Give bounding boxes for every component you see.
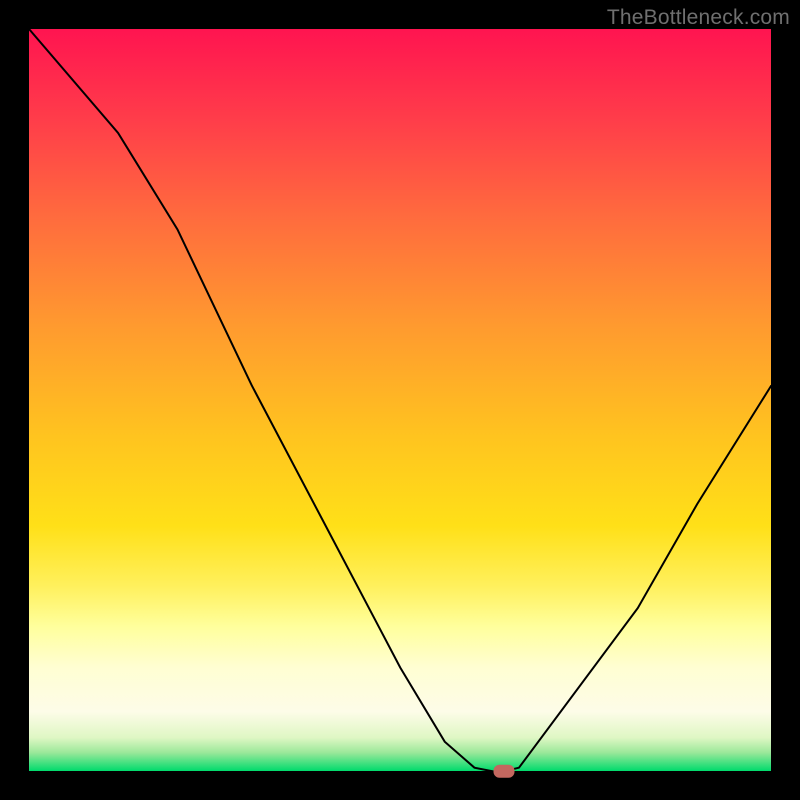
bottleneck-curve <box>29 29 771 771</box>
curve-svg <box>29 29 771 771</box>
plot-area <box>29 29 771 771</box>
chart-frame: TheBottleneck.com <box>0 0 800 800</box>
watermark-text: TheBottleneck.com <box>607 6 790 30</box>
optimum-marker <box>493 765 514 778</box>
